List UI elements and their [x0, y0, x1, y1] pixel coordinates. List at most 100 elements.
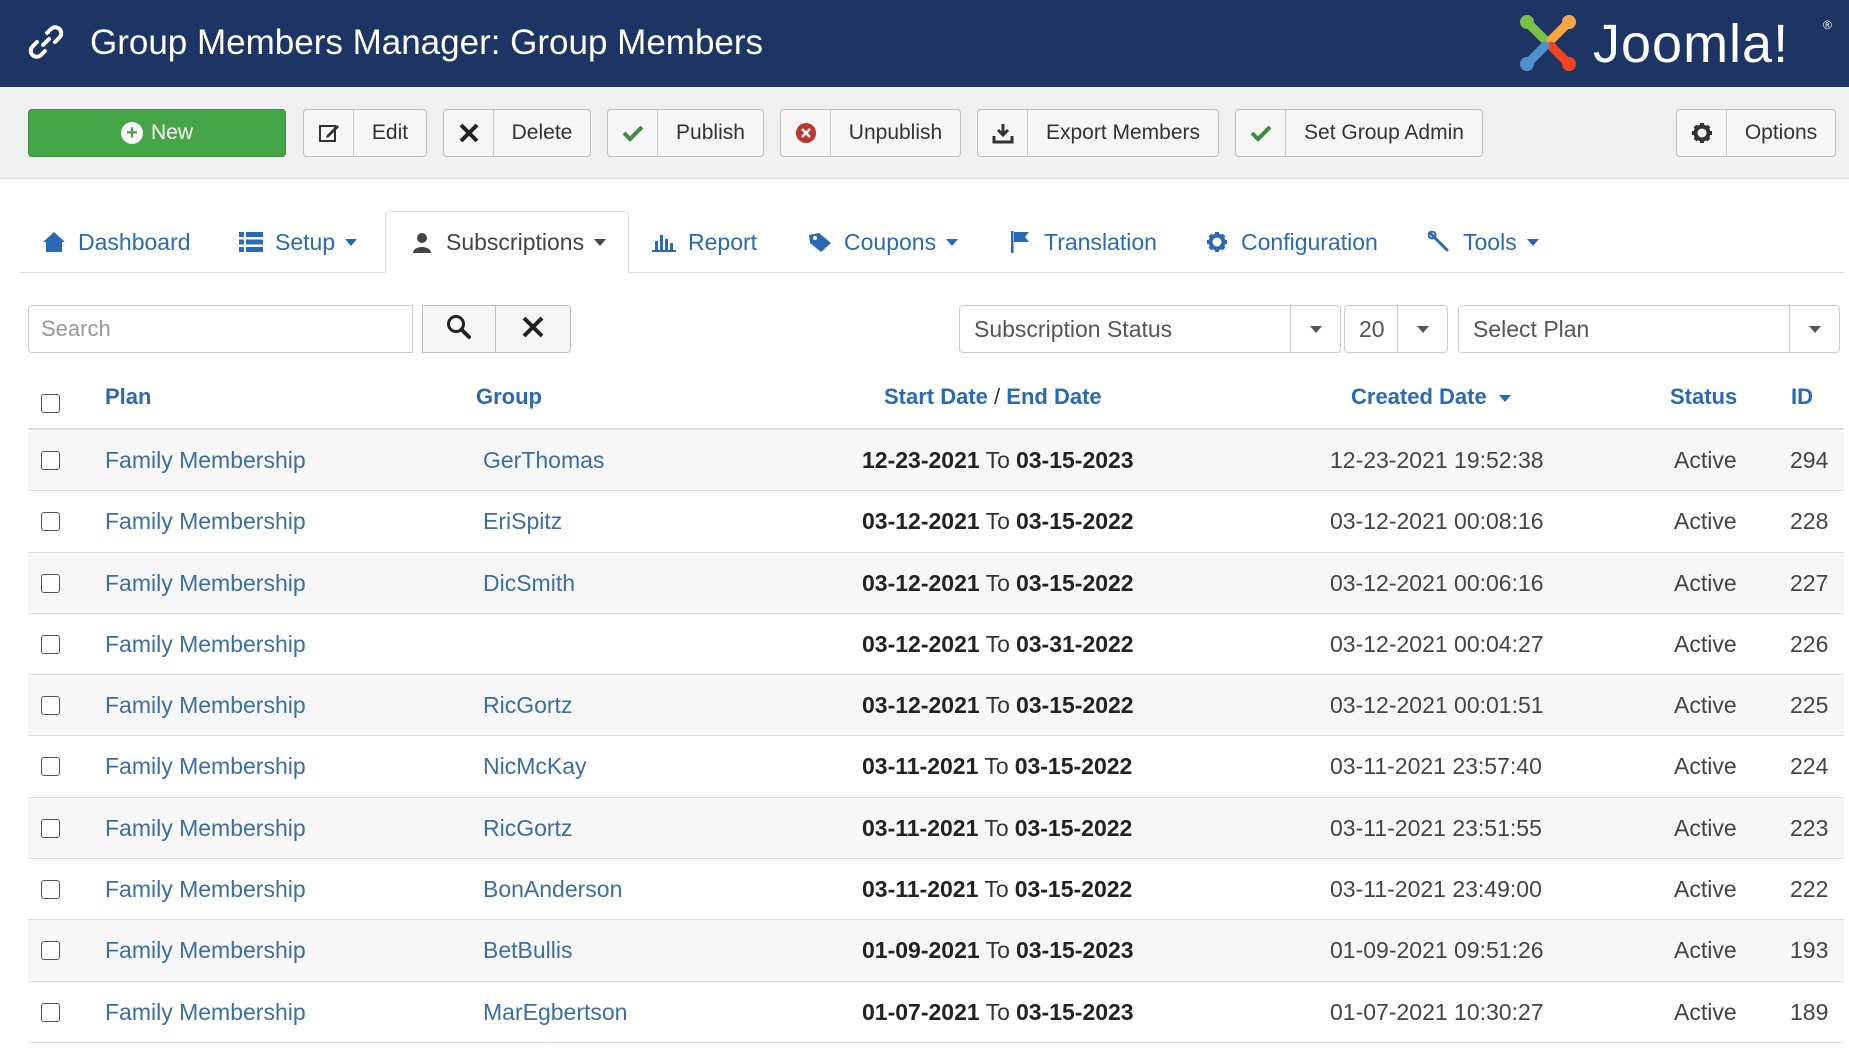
start-date: 03-11-2021 — [862, 814, 979, 841]
set-group-admin-button[interactable]: Set Group Admin — [1235, 109, 1483, 157]
start-date: 03-12-2021 — [862, 508, 980, 535]
publish-button[interactable]: Publish — [607, 109, 764, 157]
plan-link[interactable]: Family Membership — [105, 553, 306, 614]
end-date: 03-15-2023 — [1015, 998, 1134, 1025]
plan-link[interactable]: Family Membership — [105, 859, 306, 920]
plan-link[interactable]: Family Membership — [105, 798, 306, 859]
limit-select[interactable]: 20 — [1344, 305, 1448, 353]
date-to-label: To — [985, 508, 1010, 535]
row-checkbox[interactable] — [41, 1002, 60, 1022]
tab-translation-label: Translation — [1044, 228, 1157, 255]
tab-configuration[interactable]: Configuration — [1203, 211, 1378, 273]
plan-link[interactable]: Family Membership — [105, 920, 306, 981]
page-title: Group Members Manager: Group Members — [90, 23, 764, 62]
tab-dashboard[interactable]: Dashboard — [40, 211, 191, 273]
group-link[interactable]: RicGortz — [483, 675, 572, 736]
tab-coupons[interactable]: Coupons — [806, 211, 959, 273]
subscription-dates: 03-12-2021 To 03-31-2022 — [862, 614, 1134, 675]
options-button[interactable]: Options — [1676, 109, 1836, 157]
group-link[interactable]: EriSpitz — [483, 491, 562, 552]
column-end-date[interactable]: End Date — [1006, 384, 1101, 409]
table-row: Family Membership BetBullis 01-09-2021 To 03… — [28, 920, 1844, 982]
column-group[interactable]: Group — [476, 384, 542, 410]
delete-button[interactable]: Delete — [443, 109, 591, 157]
plan-link[interactable]: Family Membership — [105, 491, 306, 552]
status-value: Active — [1674, 814, 1737, 841]
new-button-label: New — [150, 121, 193, 144]
date-separator: / — [994, 384, 1001, 409]
plan-link[interactable]: Family Membership — [105, 614, 306, 675]
tab-translation[interactable]: Translation — [1006, 211, 1157, 273]
subscription-status-select[interactable]: Subscription Status — [959, 305, 1341, 353]
edit-button[interactable]: Edit — [303, 109, 427, 157]
user-icon — [408, 229, 436, 257]
registered-mark: ® — [1823, 18, 1832, 32]
plus-circle-icon: + — [120, 122, 143, 144]
end-date: 03-15-2022 — [1014, 814, 1133, 841]
gear-icon — [1677, 110, 1727, 156]
export-members-button[interactable]: Export Members — [977, 109, 1219, 157]
table-row: Family Membership DicSmith 03-12-2021 To 03-… — [28, 552, 1844, 614]
column-created-date[interactable]: Created Date — [1351, 384, 1511, 410]
delete-button-label: Delete — [511, 121, 573, 144]
status-value: Active — [1674, 508, 1737, 535]
subscription-dates: 03-11-2021 To 03-15-2022 — [862, 736, 1132, 797]
end-date: 03-15-2023 — [1015, 937, 1134, 964]
select-all-checkbox[interactable] — [41, 393, 60, 413]
row-checkbox[interactable] — [41, 451, 60, 470]
search-button[interactable] — [422, 305, 496, 353]
joomla-logo-icon — [1515, 10, 1581, 76]
group-link[interactable]: DicSmith — [483, 553, 575, 614]
tab-setup[interactable]: Setup — [237, 211, 358, 273]
row-checkbox[interactable] — [41, 634, 60, 654]
status-value: Active — [1674, 569, 1737, 596]
table-row: Family Membership NicMcKay 03-11-2021 To 03-… — [28, 736, 1844, 798]
row-checkbox[interactable] — [41, 573, 60, 593]
column-start-date[interactable]: Start Date — [884, 384, 988, 409]
column-status[interactable]: Status — [1670, 384, 1737, 410]
start-date: 03-12-2021 — [862, 630, 980, 657]
clear-button[interactable] — [495, 305, 571, 353]
tab-tools[interactable]: Tools — [1425, 211, 1539, 273]
tab-report[interactable]: Report — [650, 211, 757, 273]
row-checkbox[interactable] — [41, 818, 60, 838]
column-id[interactable]: ID — [1791, 384, 1813, 410]
date-to-label: To — [985, 937, 1010, 964]
table-row: Family Membership 03-12-2021 To 03-31-2022 0… — [28, 614, 1844, 676]
status-value: Active — [1674, 630, 1737, 657]
row-checkbox[interactable] — [41, 757, 60, 777]
id-value: 189 — [1790, 998, 1829, 1025]
plan-link[interactable]: Family Membership — [105, 430, 306, 491]
group-link[interactable]: GerThomas — [483, 430, 604, 491]
tab-subscriptions[interactable]: Subscriptions — [385, 211, 630, 274]
group-link[interactable]: BonAnderson — [483, 859, 622, 920]
chevron-down-icon — [594, 239, 607, 246]
plan-link[interactable]: Family Membership — [105, 982, 306, 1043]
column-plan[interactable]: Plan — [105, 384, 151, 410]
plan-link[interactable]: Family Membership — [105, 675, 306, 736]
subscription-dates: 03-12-2021 To 03-15-2022 — [862, 491, 1134, 552]
row-checkbox[interactable] — [41, 880, 60, 900]
plan-link[interactable]: Family Membership — [105, 736, 306, 797]
status-value: Active — [1674, 937, 1737, 964]
row-checkbox[interactable] — [41, 696, 60, 716]
tag-icon — [806, 228, 834, 256]
created-date: 03-12-2021 00:04:27 — [1330, 630, 1544, 657]
row-checkbox[interactable] — [41, 941, 60, 961]
date-to-label: To — [985, 569, 1010, 596]
group-link[interactable]: RicGortz — [483, 798, 572, 859]
plan-select[interactable]: Select Plan — [1458, 305, 1840, 353]
toolbar: + New Edit Delete Publish Unpublish Expor… — [0, 87, 1849, 179]
close-icon — [521, 315, 545, 344]
created-date: 01-09-2021 09:51:26 — [1330, 937, 1544, 964]
group-link[interactable]: BetBullis — [483, 920, 572, 981]
search-input[interactable] — [28, 305, 413, 353]
unpublish-button[interactable]: Unpublish — [780, 109, 961, 157]
group-link[interactable]: MarEgbertson — [483, 982, 627, 1043]
group-link[interactable]: NicMcKay — [483, 736, 587, 797]
new-button[interactable]: + New — [28, 109, 286, 157]
chevron-down-icon — [345, 238, 358, 246]
date-to-label: To — [985, 998, 1010, 1025]
column-created-date-label: Created Date — [1351, 384, 1487, 409]
row-checkbox[interactable] — [41, 512, 60, 532]
